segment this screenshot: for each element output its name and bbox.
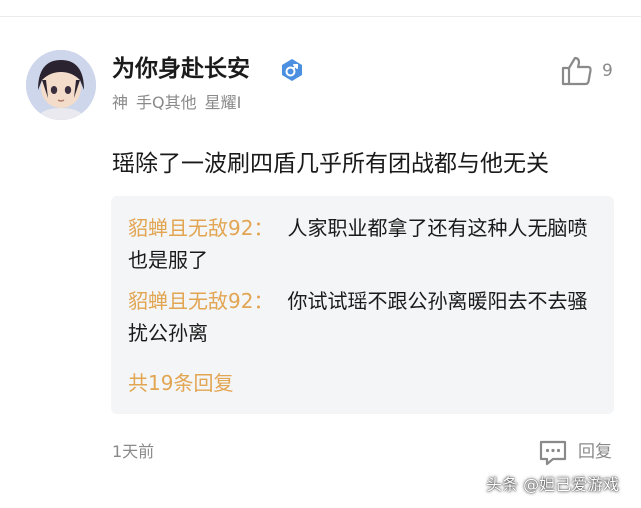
male-gender-icon	[282, 59, 302, 81]
like-count: 9	[602, 61, 613, 81]
top-divider	[0, 16, 641, 17]
reply-button[interactable]: 回复	[538, 438, 618, 468]
comment-bubble-icon	[539, 440, 567, 466]
meta-tag: 神	[112, 93, 129, 112]
reply-thread[interactable]: 貂蝉且无敌92： 人家职业都拿了还有这种人无脑喷也是服了 貂蝉且无敌92： 你试试瑶…	[111, 196, 614, 414]
user-meta: 神手Q其他 星耀I	[112, 92, 249, 114]
watermark: 头条 @妲己爱游戏	[486, 475, 620, 494]
avatar[interactable]	[26, 50, 96, 120]
reply-button-label: 回复	[578, 442, 612, 462]
reply-item[interactable]: 貂蝉且无敌92： 你试试瑶不跟公孙离暖阳去不去骚扰公孙离	[128, 285, 598, 349]
meta-tag: 手Q其他	[136, 93, 197, 112]
reply-separator: ：	[253, 289, 274, 313]
reply-author[interactable]: 貂蝉且无敌92	[128, 216, 253, 240]
like-button[interactable]: 9	[560, 55, 620, 87]
reply-separator: ：	[253, 216, 274, 240]
reply-author[interactable]: 貂蝉且无敌92	[128, 289, 253, 313]
comment-text: 瑶除了一波刷四盾几乎所有团战都与他无关	[112, 151, 549, 177]
avatar-image	[26, 50, 96, 120]
thumbs-up-icon	[561, 56, 592, 86]
username[interactable]: 为你身赴长安	[112, 54, 250, 84]
comment-timestamp: 1天前	[112, 442, 155, 461]
meta-tag: 星耀I	[204, 93, 242, 112]
view-all-replies-link[interactable]: 共19条回复	[128, 369, 233, 397]
reply-item[interactable]: 貂蝉且无敌92： 人家职业都拿了还有这种人无脑喷也是服了	[128, 212, 598, 276]
